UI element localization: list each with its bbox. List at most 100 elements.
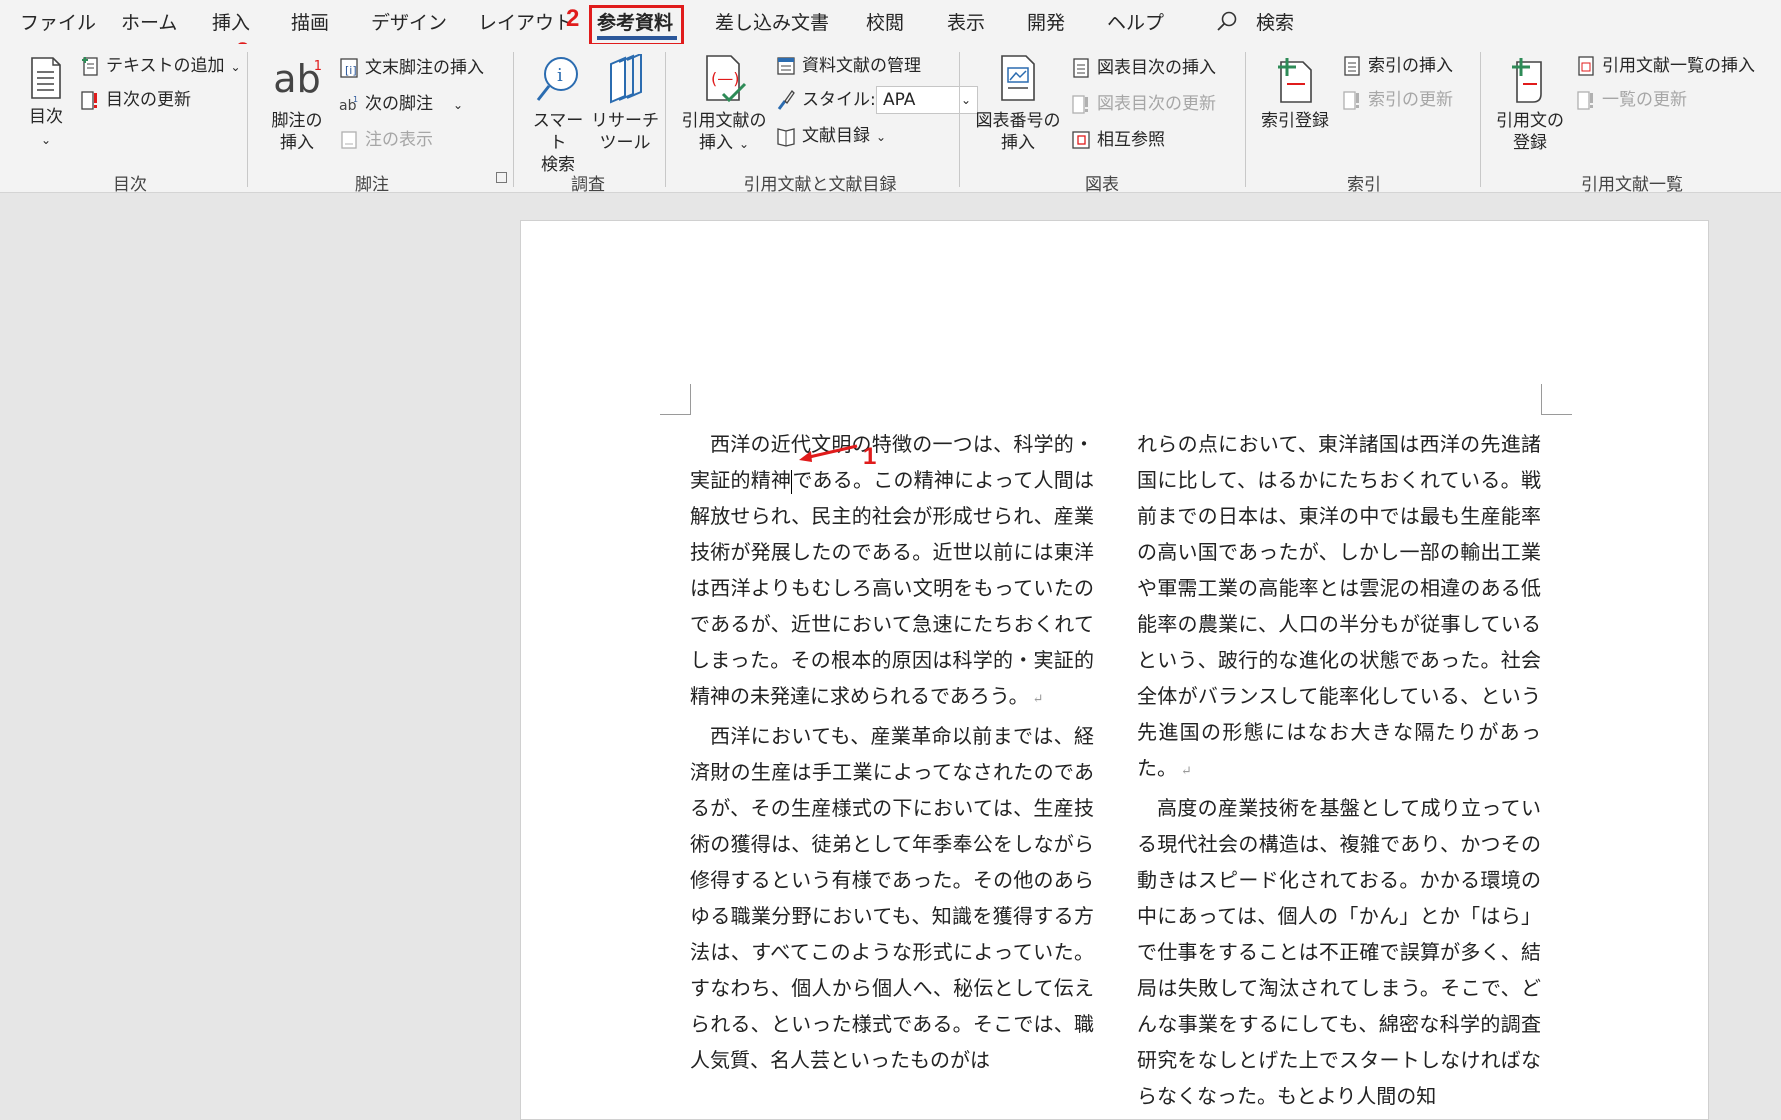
- footnote-icon: ab 1: [272, 54, 322, 104]
- paragraph-text: 高度の産業技術を基盤として成り立っている現代社会の構造は、複雑であり、かつその動…: [1137, 796, 1541, 1108]
- mark-entry-button[interactable]: 索引登録: [1257, 54, 1333, 132]
- search-icon[interactable]: [1216, 10, 1238, 36]
- paragraph[interactable]: 西洋においても、産業革命以前までは、経済財の生産は手工業によってなされたのである…: [690, 718, 1094, 1078]
- next-footnote-icon: ab1: [339, 95, 358, 114]
- style-brush-icon: [777, 89, 795, 110]
- footnote-icon-superscript: 1: [313, 59, 322, 74]
- insert-citation-label-line2: 挿入: [698, 133, 733, 153]
- text-column-right[interactable]: れらの点において、東洋諸国は西洋の先進諸国に比して、はるかにたちおくれている。戦…: [1137, 426, 1541, 1114]
- insert-index-label: 索引の挿入: [1368, 56, 1453, 76]
- insert-citation-button[interactable]: (—) 引用文献の 挿入 ⌄: [678, 54, 770, 155]
- tab-layout[interactable]: レイアウト: [478, 8, 573, 35]
- update-index-label: 索引の更新: [1368, 90, 1453, 110]
- margin-crop-mark: [1541, 384, 1572, 415]
- margin-crop-mark: [660, 384, 691, 415]
- annotation-arrow: [799, 444, 858, 462]
- insert-table-of-figures-label: 図表目次の挿入: [1097, 58, 1216, 78]
- tab-home[interactable]: ホーム: [121, 8, 177, 35]
- search-tab[interactable]: 検索: [1256, 8, 1294, 35]
- group-label-table-of-authorities: 引用文献一覧: [1581, 175, 1683, 195]
- insert-citation-label-line1: 引用文献の: [681, 111, 767, 131]
- bibliography-icon: [777, 128, 795, 147]
- tab-review[interactable]: 校閲: [866, 8, 904, 35]
- table-of-figures-icon: [1073, 58, 1089, 78]
- next-footnote-button[interactable]: ab 1 次の脚注 ⌄: [339, 93, 463, 116]
- tab-insert[interactable]: 挿入: [212, 8, 250, 35]
- text-column-left[interactable]: 西洋の近代文明の特徴の一つは、科学的・実証的精神である。この精神によって人間は解…: [690, 426, 1094, 1078]
- group-divider: [665, 52, 666, 187]
- ribbon-tab-bar: ファイル ホーム 挿入 描画 デザイン レイアウト 参考資料 差し込み文書 校閲…: [0, 0, 1781, 44]
- add-text-label: テキストの追加: [106, 56, 225, 76]
- step-number-2: 2: [566, 5, 580, 32]
- manage-sources-button[interactable]: 資料文献の管理: [776, 55, 921, 77]
- update-toa-icon: [1577, 91, 1593, 110]
- manage-sources-icon: [777, 57, 795, 75]
- group-divider: [959, 52, 960, 187]
- footnote-dialog-launcher[interactable]: [496, 172, 507, 183]
- insert-caption-label-line1: 図表番号の: [975, 111, 1061, 131]
- tab-view[interactable]: 表示: [947, 8, 985, 35]
- mark-citation-button[interactable]: 引用文の 登録: [1490, 54, 1570, 154]
- insert-caption-button[interactable]: 図表番号の 挿入: [970, 54, 1066, 154]
- group-label-captions: 図表: [1085, 175, 1119, 195]
- paragraph[interactable]: 西洋の近代文明の特徴の一つは、科学的・実証的精神である。この精神によって人間は解…: [690, 426, 1094, 718]
- mark-entry-label: 索引登録: [1261, 111, 1329, 131]
- researcher-label-line1: リサーチ: [591, 111, 659, 131]
- tab-design[interactable]: デザイン: [371, 8, 447, 35]
- show-notes-icon: [341, 131, 357, 149]
- insert-footnote-label-line2: 挿入: [280, 133, 314, 153]
- group-label-toc: 目次: [113, 175, 147, 195]
- svg-text:i: i: [557, 65, 563, 86]
- add-text-button[interactable]: テキストの追加 ⌄: [80, 55, 241, 78]
- update-table-of-authorities-button[interactable]: 一覧の更新: [1576, 89, 1687, 111]
- update-table-of-figures-label: 図表目次の更新: [1097, 94, 1216, 114]
- chevron-down-icon: ⌄: [453, 98, 464, 112]
- tab-help[interactable]: ヘルプ: [1107, 8, 1164, 35]
- group-label-citations: 引用文献と文献目録: [743, 175, 897, 195]
- paragraph[interactable]: れらの点において、東洋諸国は西洋の先進諸国に比して、はるかにたちおくれている。戦…: [1137, 426, 1541, 790]
- researcher-button[interactable]: リサーチ ツール: [591, 54, 659, 154]
- cross-reference-button[interactable]: 相互参照: [1071, 129, 1165, 151]
- smart-lookup-button[interactable]: i スマート 検索: [527, 54, 589, 176]
- tab-draw[interactable]: 描画: [291, 8, 329, 35]
- insert-endnote-label: 文末脚注の挿入: [365, 58, 484, 78]
- update-index-icon: [1343, 91, 1359, 110]
- cross-reference-icon: [1072, 131, 1090, 149]
- toc-button[interactable]: 目次 ⌄: [22, 56, 70, 151]
- show-notes-label: 注の表示: [365, 130, 433, 150]
- bibliography-button[interactable]: 文献目録 ⌄: [776, 125, 886, 148]
- chevron-down-icon: ⌄: [738, 137, 750, 151]
- group-label-index: 索引: [1347, 175, 1381, 195]
- bibliography-label: 文献目録: [802, 126, 870, 146]
- paragraph-mark: ↵: [1181, 764, 1192, 779]
- svg-text:[i]: [i]: [345, 64, 357, 77]
- step-number-1: 1: [863, 443, 877, 470]
- insert-table-of-authorities-label: 引用文献一覧の挿入: [1602, 56, 1755, 76]
- insert-table-of-authorities-button[interactable]: 引用文献一覧の挿入: [1576, 55, 1755, 77]
- paragraph-text: れらの点において、東洋諸国は西洋の先進諸国に比して、はるかにたちおくれている。戦…: [1137, 432, 1541, 780]
- toc-icon: [31, 57, 61, 99]
- insert-table-of-figures-button[interactable]: 図表目次の挿入: [1071, 57, 1216, 79]
- insert-index-button[interactable]: 索引の挿入: [1342, 55, 1453, 77]
- update-toc-icon: [81, 91, 97, 110]
- insert-caption-label-line2: 挿入: [1001, 133, 1035, 153]
- tab-file[interactable]: ファイル: [20, 8, 96, 35]
- insert-footnote-button[interactable]: ab 1 脚注の 挿入: [262, 54, 332, 154]
- update-table-of-figures-button[interactable]: 図表目次の更新: [1071, 93, 1216, 115]
- show-notes-button[interactable]: 注の表示: [339, 129, 433, 151]
- insert-endnote-button[interactable]: [i] 文末脚注の挿入: [339, 57, 484, 79]
- update-toc-label: 目次の更新: [106, 90, 191, 110]
- paragraph[interactable]: 高度の産業技術を基盤として成り立っている現代社会の構造は、複雑であり、かつその動…: [1137, 790, 1541, 1114]
- chevron-down-icon: ⌄: [876, 130, 887, 144]
- tab-developer[interactable]: 開発: [1027, 8, 1065, 35]
- tab-mailings[interactable]: 差し込み文書: [715, 8, 829, 35]
- citation-style-label: スタイル:: [776, 89, 876, 111]
- smart-lookup-label-line1: スマート: [532, 111, 584, 153]
- citation-style-select[interactable]: APA ⌄: [876, 86, 978, 114]
- smart-lookup-icon: i: [536, 57, 578, 101]
- update-toc-button[interactable]: 目次の更新: [80, 89, 191, 111]
- paragraph-text: 西洋においても、産業革命以前までは、経済財の生産は手工業によってなされたのである…: [690, 724, 1094, 1072]
- chevron-down-icon: ⌄: [40, 133, 52, 147]
- table-of-authorities-icon: [1578, 56, 1594, 76]
- update-index-button[interactable]: 索引の更新: [1342, 89, 1453, 111]
